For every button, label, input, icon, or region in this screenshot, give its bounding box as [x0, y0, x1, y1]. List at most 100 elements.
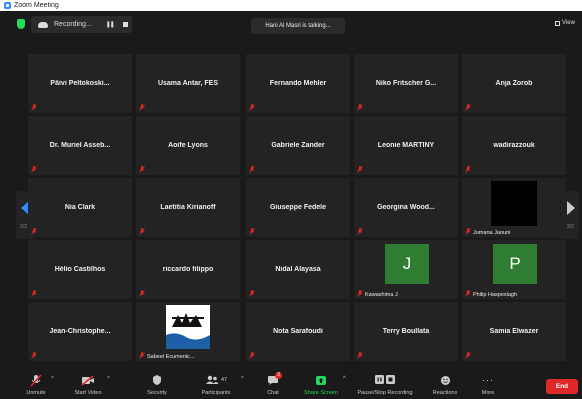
- more-dots-icon: ···: [482, 375, 494, 385]
- pause-stop-icon: [352, 373, 418, 387]
- participant-tile[interactable]: Gabriele Zander: [246, 116, 350, 175]
- participant-tile[interactable]: P Philip Haspeslagh: [462, 240, 566, 299]
- participant-tile[interactable]: wadirazzouk: [462, 116, 566, 175]
- participant-tile[interactable]: Samia Elwazer: [462, 302, 566, 361]
- chat-icon: 3: [262, 372, 284, 387]
- page-indicator-right: 2/2: [567, 224, 574, 230]
- participant-tile[interactable]: J Kawashima J: [354, 240, 458, 299]
- participant-tile[interactable]: Nia Clark: [28, 178, 132, 237]
- participant-tile[interactable]: riccardo filippo: [136, 240, 240, 299]
- arrow-right-icon: [567, 201, 575, 215]
- participant-name: Nidal Alayasa: [275, 266, 321, 273]
- muted-mic-icon: [139, 290, 145, 297]
- chat-button[interactable]: 3 Chat: [262, 372, 284, 396]
- muted-mic-icon: [249, 290, 255, 297]
- chat-label: Chat: [267, 390, 279, 396]
- participant-tile[interactable]: Aoife Lyons: [136, 116, 240, 175]
- end-meeting-button[interactable]: End: [546, 379, 578, 394]
- participant-name: Giuseppe Fedele: [269, 204, 327, 211]
- muted-mic-icon: [465, 228, 471, 235]
- participant-avatar: J: [385, 244, 429, 284]
- muted-mic-icon: [465, 104, 471, 111]
- participant-video: [491, 181, 537, 226]
- participant-tile[interactable]: Hélio Castilhos: [28, 240, 132, 299]
- participants-icon: [205, 375, 219, 384]
- participants-options-caret-icon[interactable]: ^: [241, 376, 244, 382]
- participant-tile[interactable]: Leonie MARTINY: [354, 116, 458, 175]
- participant-tile[interactable]: Nidal Alayasa: [246, 240, 350, 299]
- muted-mic-icon: [465, 166, 471, 173]
- security-button[interactable]: Security: [143, 373, 171, 396]
- window-titlebar: Zoom Meeting: [0, 0, 582, 11]
- start-video-button[interactable]: Start Video: [70, 373, 106, 396]
- pause-recording-icon[interactable]: ❚❚: [106, 21, 115, 28]
- participants-label: Participants: [201, 390, 231, 396]
- participant-tile[interactable]: Fernando Mehler: [246, 54, 350, 113]
- participant-tile[interactable]: Nota Sarafoudi: [246, 302, 350, 361]
- participant-name: Jean-Christophe...: [49, 328, 111, 335]
- participant-tile[interactable]: Päivi Peltokoski...: [28, 54, 132, 113]
- participant-tile[interactable]: Jumana Jaouni: [462, 178, 566, 237]
- active-speaker-label: Hani Al Masri is talking...: [251, 18, 345, 34]
- muted-mic-icon: [249, 352, 255, 359]
- security-shield-icon[interactable]: [17, 19, 25, 29]
- window-title: Zoom Meeting: [14, 2, 59, 9]
- recording-indicator: Recording... ❚❚: [31, 16, 132, 33]
- muted-mic-icon: [357, 228, 363, 235]
- video-off-icon: [70, 373, 106, 387]
- participant-tile[interactable]: Jean-Christophe...: [28, 302, 132, 361]
- participant-name: Georgina Wood...: [377, 204, 435, 211]
- unmute-label: Unmute: [26, 390, 46, 396]
- chat-unread-badge: 3: [275, 372, 282, 379]
- participant-tile[interactable]: Laetitia Kirianoff: [136, 178, 240, 237]
- security-shield-icon: [143, 373, 171, 387]
- grid-view-icon: [555, 20, 560, 26]
- muted-mic-icon: [139, 104, 145, 111]
- view-label: View: [562, 20, 575, 26]
- participant-name: wadirazzouk: [493, 142, 535, 149]
- stop-recording-icon[interactable]: [122, 22, 128, 27]
- pause-stop-recording-button[interactable]: Pause/Stop Recording: [352, 373, 418, 396]
- participant-tile[interactable]: Dr. Muriel Asseb...: [28, 116, 132, 175]
- participant-tile[interactable]: Giuseppe Fedele: [246, 178, 350, 237]
- participant-name: Usama Antar, FES: [157, 80, 219, 87]
- more-button[interactable]: ··· More: [476, 373, 500, 396]
- muted-microphone-icon: [22, 373, 50, 387]
- pause-stop-label: Pause/Stop Recording: [357, 390, 413, 396]
- page-indicator-left: 2/2: [20, 224, 27, 230]
- zoom-app-icon: [4, 2, 11, 9]
- audio-options-caret-icon[interactable]: ^: [51, 376, 54, 382]
- participant-tile[interactable]: Terry Boullata: [354, 302, 458, 361]
- participant-name: Gabriele Zander: [271, 142, 325, 149]
- participant-tile[interactable]: Sabeel Ecumenic...: [136, 302, 240, 361]
- muted-mic-icon: [465, 352, 471, 359]
- participant-tile[interactable]: Usama Antar, FES: [136, 54, 240, 113]
- muted-mic-icon: [31, 352, 37, 359]
- unmute-button[interactable]: Unmute: [22, 373, 50, 396]
- participant-name: Fernando Mehler: [269, 80, 327, 87]
- meeting-toolbar: Unmute ^ Start Video ^ Security 47 Parti…: [0, 369, 582, 399]
- participant-avatar: P: [493, 244, 537, 284]
- view-button[interactable]: View: [555, 20, 575, 26]
- muted-mic-icon: [357, 104, 363, 111]
- participant-name: Päivi Peltokoski...: [50, 80, 110, 87]
- participant-tile[interactable]: Niko Fritscher G...: [354, 54, 458, 113]
- participant-name: Niko Fritscher G...: [375, 80, 437, 87]
- participant-tile[interactable]: Georgina Wood...: [354, 178, 458, 237]
- meeting-topbar: Recording... ❚❚ Hani Al Masri is talking…: [0, 11, 582, 41]
- participant-name: Aoife Lyons: [168, 142, 208, 149]
- video-options-caret-icon[interactable]: ^: [107, 376, 110, 382]
- more-label: More: [481, 390, 495, 396]
- participant-name: Dr. Muriel Asseb...: [49, 142, 111, 149]
- participant-tile[interactable]: Anja Zorob: [462, 54, 566, 113]
- reactions-button[interactable]: Reactions: [428, 373, 462, 396]
- muted-mic-icon: [249, 104, 255, 111]
- muted-mic-icon: [139, 166, 145, 173]
- participant-name-label: Sabeel Ecumenic...: [147, 354, 195, 360]
- share-screen-button[interactable]: Share Screen: [301, 373, 341, 396]
- muted-mic-icon: [139, 352, 145, 359]
- muted-mic-icon: [357, 166, 363, 173]
- share-options-caret-icon[interactable]: ^: [343, 376, 346, 382]
- participants-button[interactable]: 47 Participants: [196, 373, 236, 396]
- participant-name-label: Kawashima J: [365, 292, 398, 298]
